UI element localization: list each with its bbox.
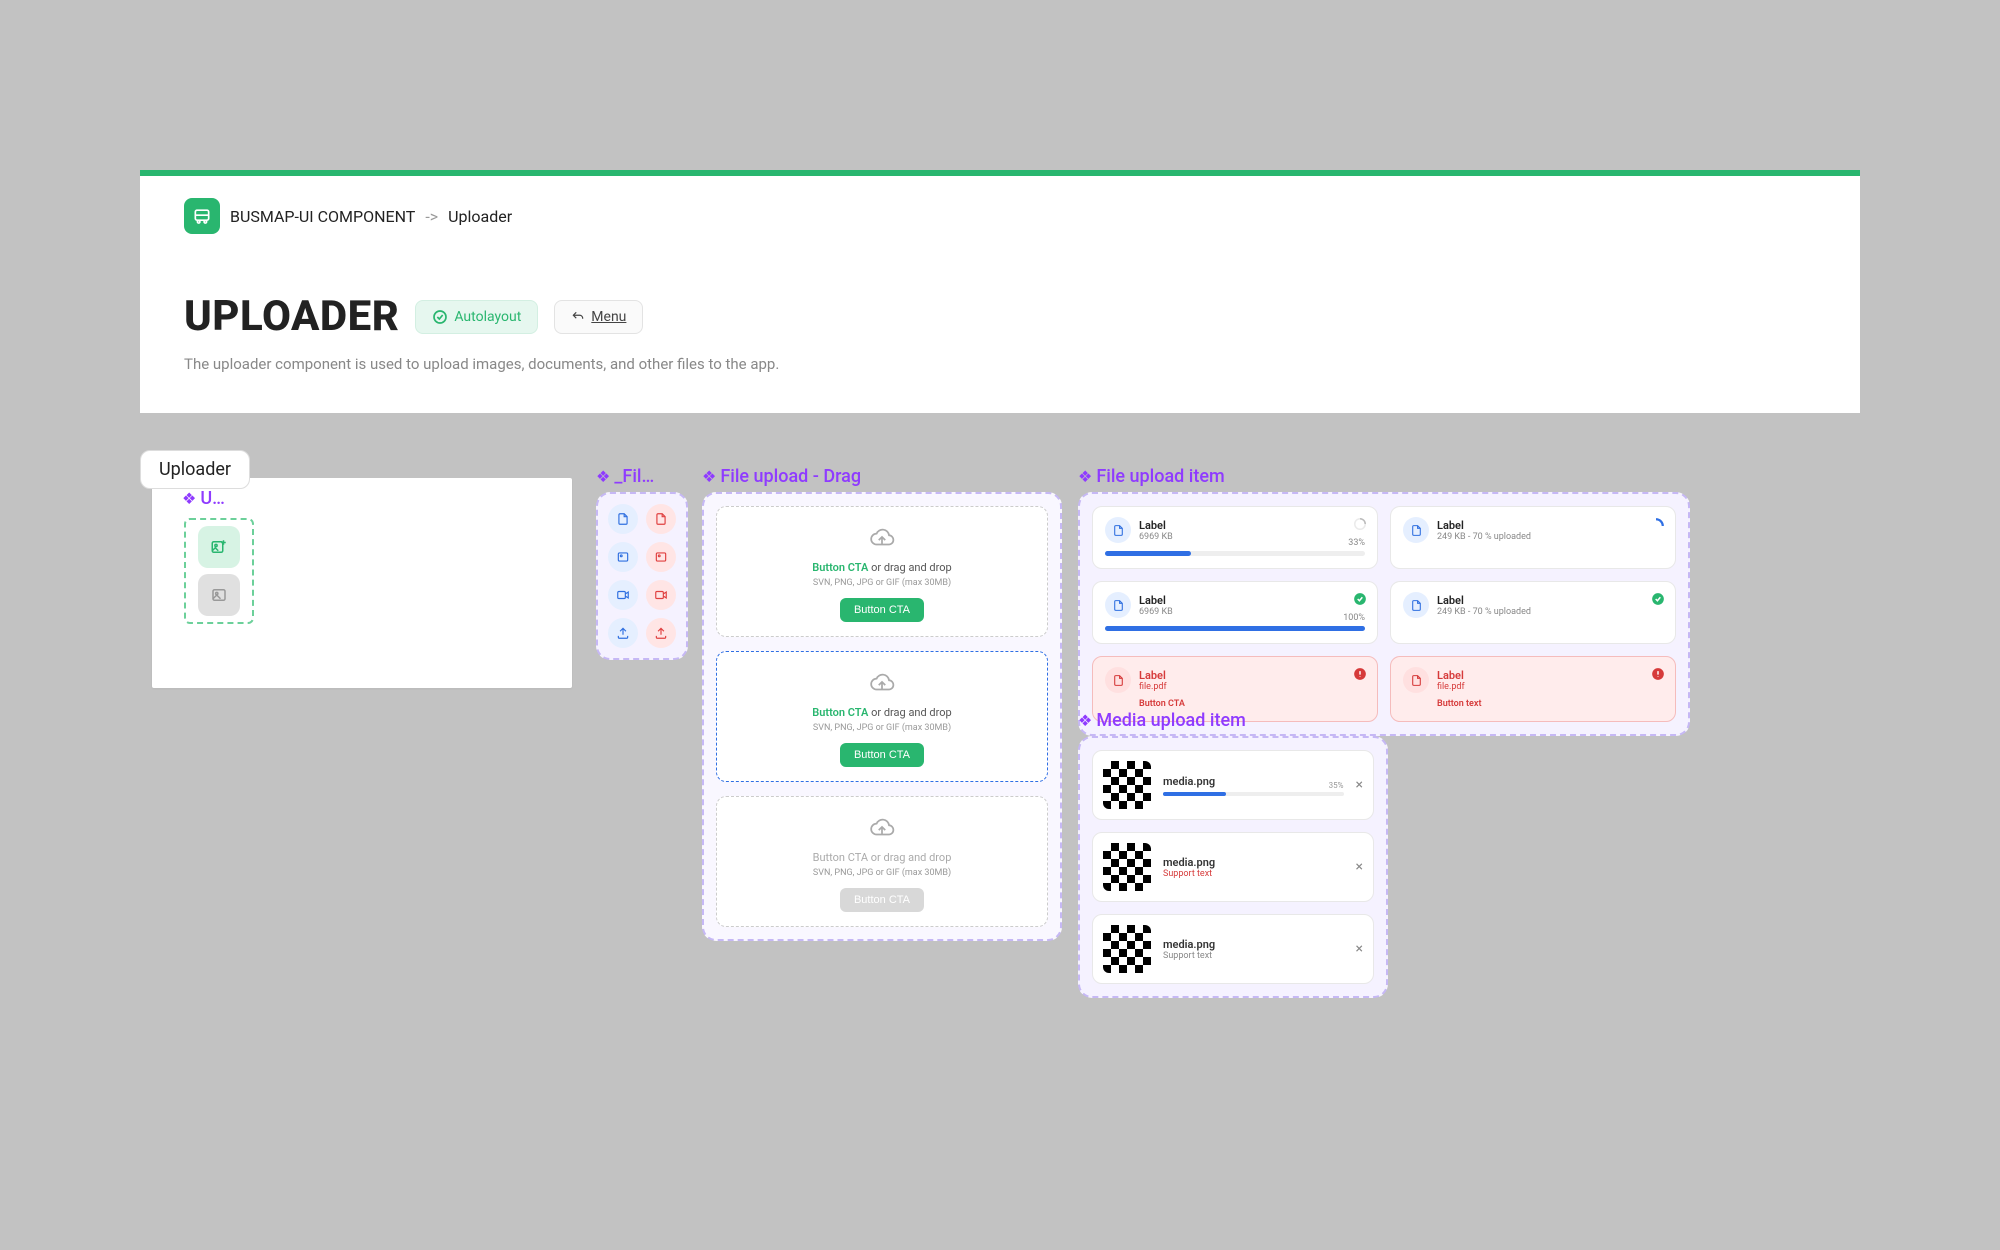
doc-error-icon [646,504,676,534]
breadcrumb: BUSMAP-UI COMPONENT -> Uploader [140,176,1860,234]
file-upload-drag-panel: Button CTA or drag and drop SVN, PNG, JP… [702,492,1062,941]
upload-percent: 33% [1348,538,1365,548]
file-icons-panel [596,492,688,660]
upload-percent: 100% [1343,613,1365,623]
upload-error-action[interactable]: Button text [1437,699,1663,709]
upload-item-label: Label [1437,519,1531,532]
media-sub: Support text [1163,869,1344,879]
upload-item-label: Label [1139,519,1173,532]
upload-item[interactable]: Label249 KB - 70 % uploaded [1390,581,1676,644]
breadcrumb-page[interactable]: Uploader [448,207,512,226]
media-item[interactable]: media.pngSupport text × [1092,832,1374,902]
upload-icon [608,618,638,648]
header-card: BUSMAP-UI COMPONENT -> Uploader UPLOADER… [140,170,1860,413]
page-title: UPLOADER [184,292,399,341]
drop-zone-active[interactable]: Button CTA or drag and drop SVN, PNG, JP… [716,651,1048,782]
upload-cta-button[interactable]: Button CTA [840,598,924,622]
upload-item[interactable]: Label6969 KB 100% [1092,581,1378,644]
status-icon [1651,667,1665,684]
cloud-upload-icon [727,670,1037,700]
upload-item-label: Label [1437,594,1531,607]
frame-label-u: U… [182,488,225,509]
image-error-icon [646,542,676,572]
cloud-upload-icon [727,815,1037,845]
close-icon[interactable]: × [1356,859,1363,875]
check-circle-icon [432,309,448,325]
menu-pill[interactable]: Menu [554,300,643,334]
breadcrumb-sep: -> [425,207,438,226]
undo-icon [571,310,585,324]
bus-app-icon [184,198,220,234]
doc-icon [1105,517,1131,543]
media-thumbnail [1103,925,1151,973]
close-icon[interactable]: × [1356,941,1363,957]
autolayout-pill[interactable]: Autolayout [415,300,538,334]
doc-icon [1403,517,1429,543]
drop-zone-disabled: Button CTA or drag and drop SVN, PNG, JP… [716,796,1048,927]
upload-item[interactable]: Label6969 KB 33% [1092,506,1378,569]
media-percent: 35% [1329,781,1344,790]
video-error-icon [646,580,676,610]
doc-icon [1105,667,1131,693]
frame-tab-chip[interactable]: Uploader [140,450,250,489]
upload-item-label: Label [1139,594,1173,607]
upload-cta-button-disabled: Button CTA [840,888,924,912]
media-item[interactable]: media.pngSupport text × [1092,914,1374,984]
image-icon [210,586,228,604]
upload-error-action[interactable]: Button CTA [1139,699,1365,709]
upload-item-sub: 249 KB - 70 % uploaded [1437,532,1531,542]
doc-icon [608,504,638,534]
thumb-tile-disabled [198,574,240,616]
frame-label-drag: File upload - Drag [702,466,861,487]
upload-item-error[interactable]: Labelfile.pdf Button text [1390,656,1676,722]
upload-item-label: Label [1139,669,1167,682]
file-upload-item-panel: Label6969 KB33%Label249 KB - 70 % upload… [1078,492,1690,736]
thumb-group [184,518,254,624]
drop-zone-default[interactable]: Button CTA or drag and drop SVN, PNG, JP… [716,506,1048,637]
media-name: media.png [1163,775,1344,788]
close-icon[interactable]: × [1356,777,1363,793]
media-name: media.png [1163,938,1344,951]
status-icon [1647,517,1665,538]
upload-item-sub: 6969 KB [1139,607,1173,617]
status-icon [1353,517,1367,534]
upload-cta-button[interactable]: Button CTA [840,743,924,767]
upload-item-sub: file.pdf [1139,682,1167,692]
uploader-white-frame: U… [152,478,572,688]
upload-item-sub: file.pdf [1437,682,1465,692]
frame-label-media: Media upload item [1078,710,1246,731]
image-icon [608,542,638,572]
upload-error-icon [646,618,676,648]
upload-item-label: Label [1437,669,1465,682]
media-thumbnail [1103,843,1151,891]
status-icon [1353,667,1367,684]
cloud-upload-icon [727,525,1037,555]
doc-icon [1105,592,1131,618]
doc-icon [1403,667,1429,693]
status-icon [1353,592,1367,609]
thumb-tile-active[interactable] [198,526,240,568]
doc-icon [1403,592,1429,618]
page-description: The uploader component is used to upload… [140,341,1860,373]
upload-item[interactable]: Label249 KB - 70 % uploaded [1390,506,1676,569]
frame-label-item: File upload item [1078,466,1225,487]
video-icon [608,580,638,610]
media-upload-item-panel: media.png35%×media.pngSupport text×media… [1078,736,1388,998]
media-sub: Support text [1163,951,1344,961]
media-item[interactable]: media.png35% × [1092,750,1374,820]
image-plus-icon [210,538,228,556]
media-name: media.png [1163,856,1344,869]
frame-label-fil: _Fil… [596,466,654,487]
breadcrumb-project[interactable]: BUSMAP-UI COMPONENT [230,207,415,226]
upload-item-sub: 249 KB - 70 % uploaded [1437,607,1531,617]
media-thumbnail [1103,761,1151,809]
upload-item-sub: 6969 KB [1139,532,1173,542]
status-icon [1651,592,1665,609]
